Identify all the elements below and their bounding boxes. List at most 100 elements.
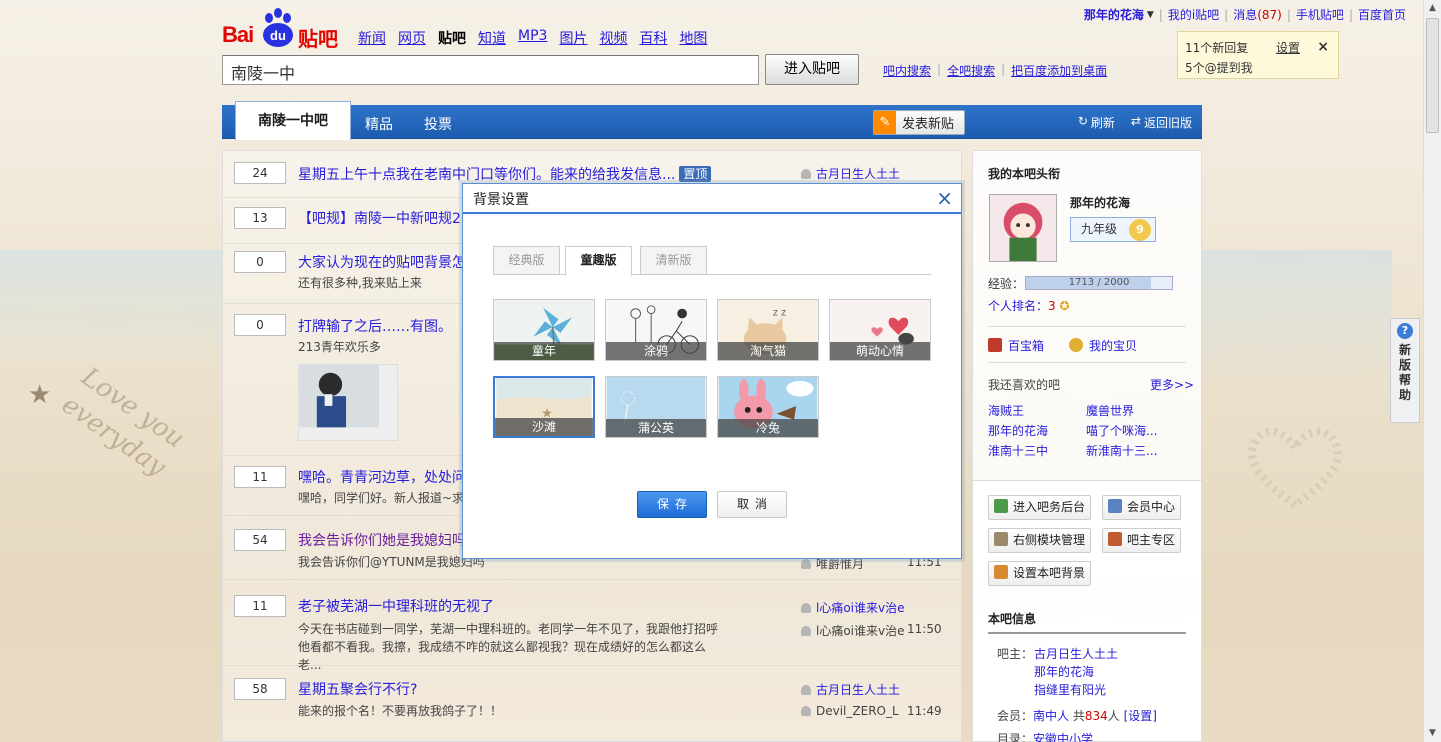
notice-settings-link[interactable]: 设置 — [1276, 38, 1300, 58]
tab-vote[interactable]: 投票 — [424, 114, 452, 134]
skin-option-heartbeat[interactable]: 萌动心情 — [829, 299, 931, 361]
svg-text:du: du — [270, 28, 286, 43]
mentions-link[interactable]: 5个@提到我 — [1185, 58, 1331, 78]
module-manage-button[interactable]: 右侧模块管理 — [988, 528, 1092, 553]
nav-web[interactable]: 网页 — [398, 28, 426, 48]
user-name[interactable]: 那年的花海 — [1070, 194, 1130, 211]
new-version-help-tab[interactable]: ? 新版帮助 — [1390, 318, 1420, 423]
tab-classic[interactable]: 经典版 — [493, 246, 560, 275]
scroll-up-icon[interactable]: ▲ — [1424, 0, 1441, 17]
my-ibar-link[interactable]: 我的i贴吧 — [1168, 6, 1219, 23]
skin-option-doodle[interactable]: 涂鸦 — [605, 299, 707, 361]
owner-link[interactable]: 指缝里有阳光 — [1034, 681, 1106, 698]
thread-title[interactable]: 我会告诉你们她是我媳妇吗 — [298, 530, 466, 550]
table-row[interactable]: 11 老子被芜湖一中理科班的无视了 今天在书店碰到一同学，芜湖一中理科班的。老同… — [223, 580, 963, 672]
tab-forum-home[interactable]: 南陵一中吧 — [235, 101, 351, 140]
skin-option-naughty-cat[interactable]: z z 淘气猫 — [717, 299, 819, 361]
username-link[interactable]: 那年的花海 — [1084, 6, 1144, 23]
help-icon: ? — [1397, 323, 1413, 339]
thread-title[interactable]: 【吧规】南陵一中新吧规20 — [298, 208, 470, 228]
search-in-bar-link[interactable]: 吧内搜索 — [883, 62, 931, 79]
background-heart-icon — [1247, 427, 1343, 510]
owner-link[interactable]: 那年的花海 — [1034, 663, 1094, 680]
skin-option-childhood[interactable]: 童年 — [493, 299, 595, 361]
refresh-link[interactable]: 刷新 — [1091, 114, 1115, 131]
personal-rank[interactable]: 个人排名：3 ✪ — [988, 297, 1070, 314]
nav-zhidao[interactable]: 知道 — [478, 28, 506, 48]
baidu-home-link[interactable]: 百度首页 — [1358, 6, 1406, 23]
member-settings-link[interactable]: [设置] — [1124, 709, 1157, 723]
fav-bar-link[interactable]: 那年的花海 — [988, 422, 1048, 439]
last-reply-time: 11:49 — [907, 704, 942, 718]
thread-title[interactable]: 星期五上午十点我在老南中门口等你们。能来的给我发信息... 置顶 — [298, 164, 712, 184]
new-replies-link[interactable]: 11个新回复 — [1185, 38, 1331, 58]
fav-bar-link[interactable]: 魔兽世界 — [1086, 402, 1134, 419]
treasure-box-link[interactable]: 百宝箱 — [988, 337, 1044, 354]
nav-images[interactable]: 图片 — [559, 28, 587, 48]
table-row[interactable]: 58 星期五聚会行不行? 能来的报个名！不要再放我鸽子了！！ 古月日生人土土 D… — [223, 666, 963, 742]
thread-title[interactable]: 打牌输了之后……有图。 — [298, 316, 452, 336]
tab-featured[interactable]: 精品 — [365, 114, 393, 134]
fav-bar-link[interactable]: 海贼王 — [988, 402, 1024, 419]
skin-option-beach[interactable]: ★ 沙滩 — [493, 376, 595, 438]
search-all-bars-link[interactable]: 全吧搜索 — [947, 62, 995, 79]
baidu-tieba-logo[interactable]: Bai du 贴吧 — [222, 8, 340, 51]
directory-link[interactable]: 安徽中小学 — [1033, 732, 1093, 742]
close-icon[interactable]: × — [1317, 37, 1329, 57]
thread-title[interactable]: 嘿哈。青青河边草，处处问 — [298, 467, 466, 487]
enter-tieba-button[interactable]: 进入贴吧 — [765, 54, 859, 85]
thread-image[interactable] — [298, 364, 398, 441]
nav-video[interactable]: 视频 — [599, 28, 627, 48]
add-to-desktop-link[interactable]: 把百度添加到桌面 — [1011, 62, 1107, 79]
last-reply-user[interactable]: Devil_ZERO_L — [801, 704, 899, 718]
save-button[interactable]: 保存 — [637, 491, 707, 518]
more-link[interactable]: 更多>> — [1150, 376, 1194, 393]
nav-tieba[interactable]: 贴吧 — [438, 28, 466, 48]
skin-caption: 童年 — [494, 342, 594, 360]
tab-kids[interactable]: 童趣版 — [565, 246, 632, 276]
dialog-close-icon[interactable]: × — [936, 187, 953, 209]
product-nav: 新闻 网页 贴吧 知道 MP3 图片 视频 百科 地图 — [358, 28, 719, 48]
nav-baike[interactable]: 百科 — [639, 28, 667, 48]
reply-count: 54 — [234, 529, 286, 551]
refresh-icon: ↻ — [1077, 114, 1088, 128]
new-post-button[interactable]: ✎ 发表新贴 — [873, 110, 965, 135]
skin-caption: 冷兔 — [718, 419, 818, 437]
owner-link[interactable]: 古月日生人土土 — [1034, 645, 1118, 662]
last-reply-user[interactable]: l心痛oi谁来v治e — [801, 622, 905, 639]
thread-title[interactable]: 老子被芜湖一中理科班的无视了 — [298, 596, 494, 616]
fav-bar-link[interactable]: 淮南十三中 — [988, 442, 1048, 459]
reply-count: 0 — [234, 251, 286, 273]
owner-zone-button[interactable]: 吧主专区 — [1102, 528, 1182, 553]
chevron-down-icon[interactable]: ▼ — [1147, 10, 1154, 20]
search-input[interactable]: 南陵一中 — [222, 55, 759, 85]
member-center-button[interactable]: 会员中心 — [1102, 495, 1182, 520]
set-background-button[interactable]: 设置本吧背景 — [988, 561, 1092, 586]
tab-fresh[interactable]: 清新版 — [640, 246, 707, 275]
nav-map[interactable]: 地图 — [679, 28, 707, 48]
avatar[interactable] — [989, 194, 1057, 262]
thread-title[interactable]: 星期五聚会行不行? — [298, 679, 417, 699]
thread-author[interactable]: 古月日生人土土 — [801, 165, 900, 182]
nav-mp3[interactable]: MP3 — [518, 28, 547, 48]
scroll-down-icon[interactable]: ▼ — [1424, 725, 1441, 742]
nav-news[interactable]: 新闻 — [358, 28, 386, 48]
scrollbar-thumb[interactable] — [1426, 18, 1439, 133]
side-title: 我的本吧头衔 — [988, 167, 1061, 181]
owner-icon — [1108, 532, 1122, 546]
skin-option-cold-rabbit[interactable]: 冷兔 — [717, 376, 819, 438]
fav-bar-link[interactable]: 新淮南十三... — [1086, 442, 1157, 459]
old-version-link[interactable]: 返回旧版 — [1144, 114, 1192, 131]
admin-backend-button[interactable]: 进入吧务后台 — [988, 495, 1092, 520]
my-treasure-link[interactable]: 我的宝贝 — [1069, 337, 1137, 354]
mobile-tieba-link[interactable]: 手机贴吧 — [1296, 6, 1344, 23]
skin-option-dandelion[interactable]: 蒲公英 — [605, 376, 707, 438]
fav-bar-link[interactable]: 喵了个咪海... — [1086, 422, 1157, 439]
thread-title[interactable]: 大家认为现在的贴吧背景怎 — [298, 252, 466, 272]
thread-author[interactable]: l心痛oi谁来v治e — [801, 599, 905, 616]
thread-abstract: 能来的报个名！不要再放我鸽子了！！ — [298, 704, 503, 718]
cancel-button[interactable]: 取消 — [717, 491, 787, 518]
scrollbar[interactable]: ▲ ▼ — [1423, 0, 1441, 742]
messages-link[interactable]: 消息(87) — [1233, 6, 1282, 23]
thread-author[interactable]: 古月日生人土土 — [801, 681, 900, 698]
